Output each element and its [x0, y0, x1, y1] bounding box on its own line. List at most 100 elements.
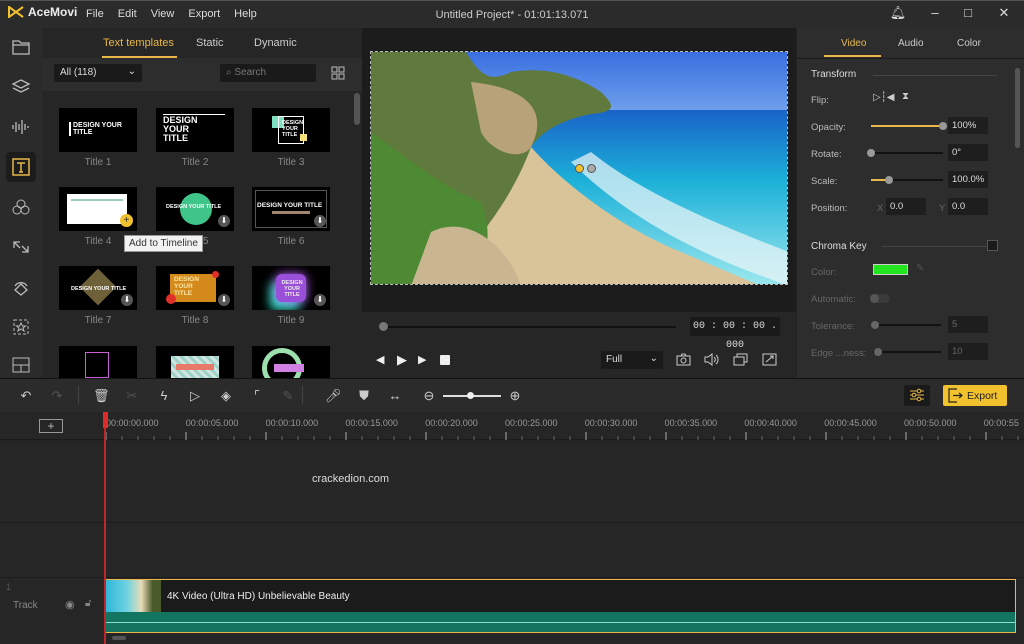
template-thumb-6[interactable]: DESIGN YOUR TITLE ⬇	[252, 187, 330, 231]
tab-video[interactable]: Video	[841, 38, 866, 49]
close-button[interactable]: ✕	[994, 5, 1014, 23]
template-thumb-12[interactable]	[252, 346, 330, 378]
quality-dropdown[interactable]: Full ⌄	[601, 351, 663, 369]
template-thumb-7[interactable]: DESIGN YOUR TITLE ⬇	[59, 266, 137, 310]
download-icon[interactable]: ⬇	[314, 294, 326, 306]
category-dropdown[interactable]: All (118) ⌄	[54, 64, 142, 82]
chroma-key-checkbox[interactable]	[987, 240, 998, 251]
library-scrollbar[interactable]	[354, 93, 360, 125]
tolerance-slider[interactable]	[873, 324, 941, 326]
transitions-icon[interactable]	[6, 232, 36, 262]
tab-dynamic[interactable]: Dynamic	[254, 37, 297, 49]
automatic-toggle[interactable]	[870, 294, 890, 303]
redo-icon[interactable]: ↷	[49, 388, 65, 404]
tab-text-templates[interactable]: Text templates	[103, 37, 174, 49]
edit-icon[interactable]: ✎	[280, 388, 296, 404]
play-icon[interactable]: ▶︎	[397, 352, 407, 368]
chroma-color-swatch[interactable]	[873, 264, 908, 275]
add-icon[interactable]: +	[120, 214, 133, 227]
filters-icon[interactable]	[6, 192, 36, 222]
prev-frame-icon[interactable]: ◀︎	[376, 353, 384, 366]
opacity-value[interactable]: 100%	[948, 117, 988, 134]
snapshot-icon[interactable]	[676, 353, 691, 369]
download-icon[interactable]: ⬇	[314, 215, 326, 227]
tab-static[interactable]: Static	[196, 37, 224, 49]
keyframe-icon[interactable]: ◈	[218, 388, 234, 404]
media-folder-icon[interactable]	[6, 32, 36, 62]
playhead-handle[interactable]	[103, 412, 108, 428]
scale-slider-handle[interactable]	[885, 176, 893, 184]
audio-icon[interactable]	[6, 112, 36, 142]
fullscreen-icon[interactable]	[762, 353, 777, 369]
rotate-slider-handle[interactable]	[867, 149, 875, 157]
zoom-out-icon[interactable]: ⊖	[421, 388, 437, 404]
marker-icon[interactable]: ⛊	[356, 388, 372, 404]
rotate-value[interactable]: 0°	[948, 144, 988, 161]
eyedropper-icon[interactable]: ✎	[916, 263, 924, 274]
export-button[interactable]: Export	[943, 385, 1007, 406]
edge-thickness-slider-handle[interactable]	[874, 348, 882, 356]
rotate-handle[interactable]	[587, 164, 596, 173]
download-icon[interactable]: ⬇	[218, 294, 230, 306]
tab-color[interactable]: Color	[957, 38, 981, 49]
tab-audio[interactable]: Audio	[898, 38, 924, 49]
undo-icon[interactable]: ↶	[18, 388, 34, 404]
properties-scrollbar[interactable]	[1015, 68, 1020, 148]
maximize-button[interactable]: □	[958, 5, 978, 23]
timeline-scrollbar[interactable]	[112, 636, 126, 640]
template-thumb-8[interactable]: DESIGN YOUR TITLE ⬇	[156, 266, 234, 310]
template-label: Title 9	[277, 315, 305, 326]
template-thumb-5[interactable]: DESIGN YOUR TITLE ⬇	[156, 187, 234, 231]
anchor-handle[interactable]	[575, 164, 584, 173]
tolerance-slider-handle[interactable]	[871, 321, 879, 329]
track-settings-button[interactable]	[904, 385, 930, 406]
visibility-eye-icon[interactable]: ◉	[65, 598, 75, 611]
elements-icon[interactable]	[6, 312, 36, 342]
scrub-handle[interactable]	[379, 322, 388, 331]
position-x-input[interactable]: 0.0	[886, 198, 926, 215]
volume-icon[interactable]	[704, 353, 720, 369]
overlays-icon[interactable]	[6, 272, 36, 302]
layers-icon[interactable]	[6, 72, 36, 102]
split-screen-icon[interactable]	[6, 350, 36, 380]
minimize-button[interactable]: –	[925, 5, 945, 23]
delete-icon[interactable]: 🗑︎	[93, 388, 110, 404]
position-label: Position:	[811, 203, 848, 214]
scale-value[interactable]: 100.0%	[948, 171, 988, 188]
crop-icon[interactable]: ⌜	[249, 388, 265, 404]
position-y-input[interactable]: 0.0	[948, 198, 988, 215]
zoom-in-icon[interactable]: ⊕	[507, 388, 523, 404]
lock-icon[interactable]: 🔓︎	[85, 598, 91, 609]
scrub-bar[interactable]	[383, 326, 676, 328]
edge-thickness-slider[interactable]	[873, 351, 941, 353]
next-frame-icon[interactable]: ▶︎	[418, 353, 426, 366]
playhead[interactable]	[104, 412, 106, 644]
pop-out-icon[interactable]	[733, 353, 748, 369]
split-icon[interactable]: ✂	[124, 388, 140, 404]
flip-horizontal-icon[interactable]: ▷┆◀︎	[873, 92, 894, 103]
microphone-icon[interactable]: 🎤︎	[325, 388, 342, 404]
motion-icon[interactable]: ▷	[187, 388, 203, 404]
template-thumb-10[interactable]	[59, 346, 137, 378]
template-thumb-11[interactable]	[156, 346, 234, 378]
text-icon[interactable]	[6, 152, 36, 182]
template-thumb-4[interactable]: +	[59, 187, 137, 231]
template-thumb-1[interactable]: DESIGN YOUR TITLE	[59, 108, 137, 152]
search-input[interactable]: ⌕ Search	[220, 64, 316, 82]
stop-icon[interactable]	[440, 355, 450, 365]
edge-thickness-value[interactable]: 10	[948, 343, 988, 360]
tolerance-value[interactable]: 5	[948, 316, 988, 333]
download-icon[interactable]: ⬇	[121, 294, 133, 306]
template-thumb-3[interactable]: DESIGN YOUR TITLE	[252, 108, 330, 152]
rotate-slider[interactable]	[871, 152, 943, 154]
speed-icon[interactable]: ϟ	[156, 388, 172, 404]
notification-bell-icon[interactable]: 🔔︎	[888, 5, 908, 23]
template-thumb-2[interactable]: DESIGN YOUR TITLE	[156, 108, 234, 152]
opacity-slider-handle[interactable]	[939, 122, 947, 130]
template-thumb-9[interactable]: DESIGN YOUR TITLE ⬇	[252, 266, 330, 310]
download-icon[interactable]: ⬇	[218, 215, 230, 227]
grid-view-icon[interactable]	[331, 66, 345, 80]
zoom-slider-handle[interactable]	[467, 392, 474, 399]
flip-vertical-icon[interactable]: ⧗	[902, 91, 909, 102]
fit-timeline-icon[interactable]: ↔	[387, 388, 403, 404]
